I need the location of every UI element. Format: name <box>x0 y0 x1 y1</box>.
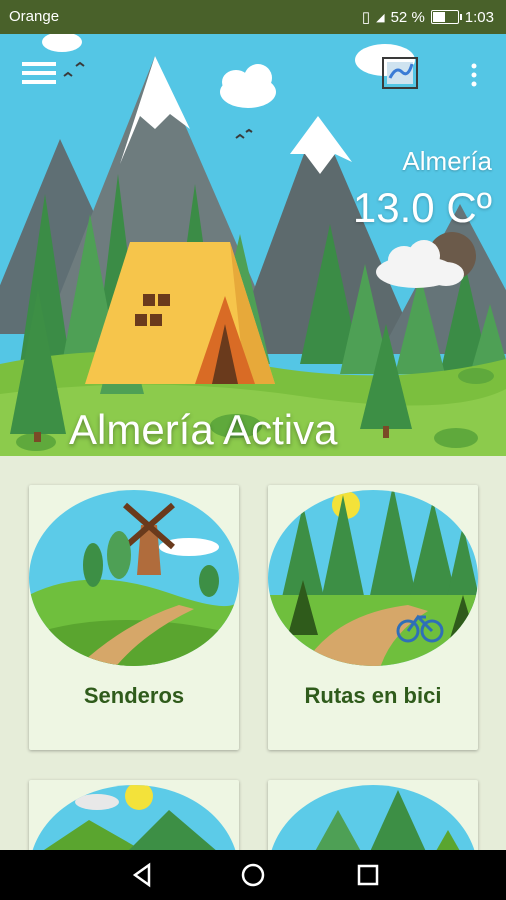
app-title: Almería Activa <box>69 406 338 453</box>
card-senderos[interactable]: Senderos <box>29 485 239 750</box>
more-vert-icon[interactable] <box>468 62 480 88</box>
system-nav-bar <box>0 850 506 900</box>
header-illustration: Almería 13.0 Cº Almería Activa <box>0 34 506 456</box>
cloudy-night-icon <box>368 232 480 294</box>
bike-forest-illustration <box>268 490 478 666</box>
clock: 1:03 <box>464 8 494 26</box>
weather-temperature: 13.0 Cº <box>352 184 492 231</box>
back-icon[interactable] <box>129 862 155 888</box>
carrier-label: Orange <box>9 8 60 25</box>
card-rutas-bici[interactable]: Rutas en bici <box>268 485 478 750</box>
vibrate-icon: ▯ <box>361 9 371 26</box>
recents-icon[interactable] <box>355 862 381 888</box>
card-label: Senderos <box>83 683 185 708</box>
map-icon[interactable] <box>381 56 419 90</box>
battery-icon <box>430 10 462 24</box>
windmill-illustration <box>29 490 239 666</box>
weather-city: Almería <box>402 146 492 176</box>
card-label: Rutas en bici <box>304 683 442 708</box>
status-icons: ▯ ◢ 52 % 1:03 <box>361 8 494 27</box>
signal-icon: ◢ <box>376 11 385 24</box>
menu-icon[interactable] <box>22 60 58 86</box>
battery-percent: 52 % <box>390 8 425 26</box>
home-icon[interactable] <box>240 862 266 888</box>
status-bar: Orange ▯ ◢ 52 % 1:03 <box>0 0 506 34</box>
